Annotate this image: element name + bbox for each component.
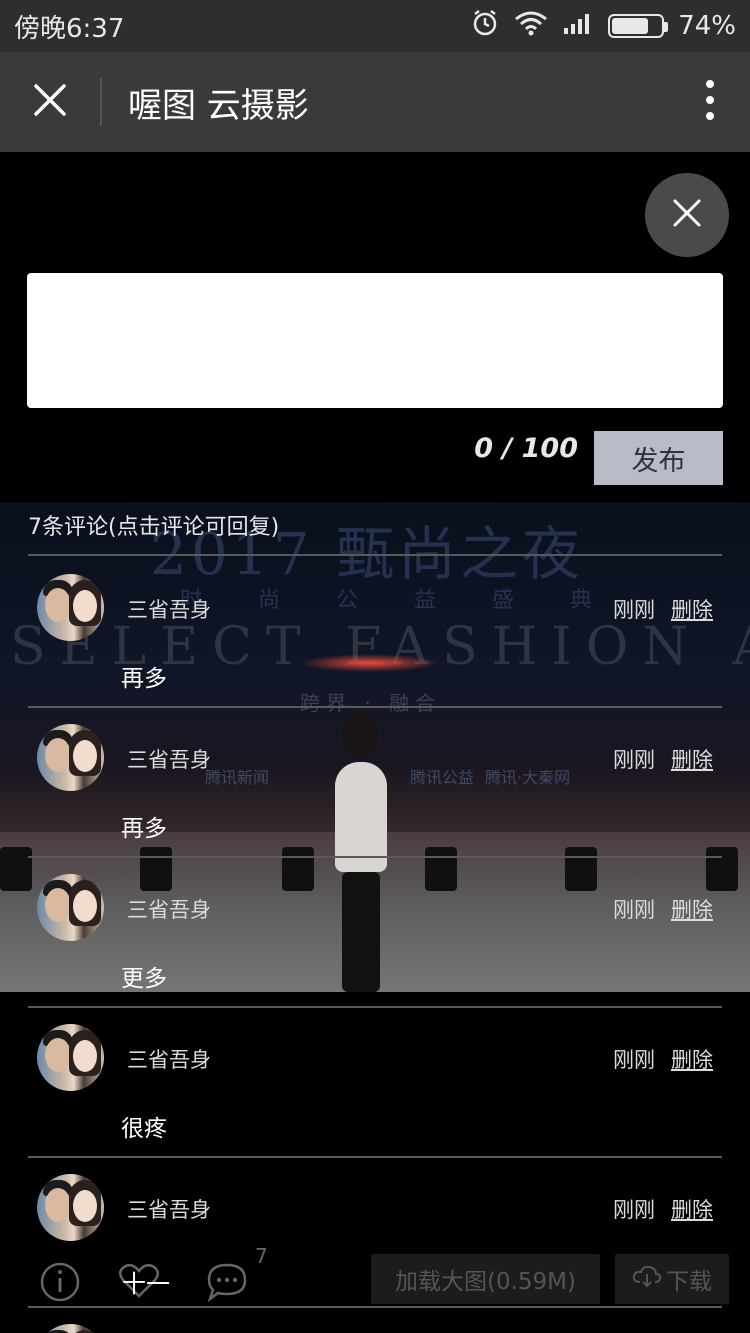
- nav-bar: 喔图 云摄影: [0, 52, 750, 152]
- more-vertical-icon: [705, 79, 715, 125]
- comment-time: 刚刚: [613, 748, 655, 772]
- status-time: 傍晚6:37: [14, 13, 125, 44]
- wifi-icon: [514, 10, 548, 43]
- comment-username: 三省吾身: [127, 598, 211, 622]
- download-label: 下载: [666, 1269, 712, 1295]
- more-button[interactable]: [670, 52, 750, 152]
- comment-text: 很疼: [121, 1116, 167, 1142]
- comment-text: 再多: [121, 666, 167, 692]
- comment-time: 刚刚: [613, 1048, 655, 1072]
- page-title: 喔图 云摄影: [128, 85, 309, 126]
- delete-comment-link[interactable]: 删除: [671, 894, 713, 924]
- avatar[interactable]: [37, 1024, 104, 1091]
- divider: [28, 1306, 722, 1308]
- comment-time: 刚刚: [613, 898, 655, 922]
- battery-percent: 74%: [678, 11, 736, 41]
- avatar[interactable]: [37, 1174, 104, 1241]
- close-icon: [672, 198, 702, 232]
- load-full-image-button[interactable]: 加载大图(0.59M): [371, 1254, 600, 1304]
- comment-item[interactable]: 三省吾身 刚刚 删除 很疼: [0, 1006, 750, 1156]
- comment-username: 三省吾身: [127, 898, 211, 922]
- like-count: 十一: [122, 1270, 170, 1298]
- download-button[interactable]: 下载: [615, 1254, 729, 1304]
- char-counter: 0 / 100: [474, 433, 578, 464]
- comment-button[interactable]: [205, 1262, 249, 1306]
- close-icon: [33, 83, 67, 121]
- comment-input[interactable]: [27, 273, 723, 408]
- delete-comment-link[interactable]: 删除: [671, 744, 713, 774]
- avatar[interactable]: [37, 1324, 104, 1333]
- status-icons: 74%: [470, 8, 736, 45]
- delete-comment-link[interactable]: 删除: [671, 594, 713, 624]
- comment-time: 刚刚: [613, 598, 655, 622]
- delete-comment-link[interactable]: 删除: [671, 1194, 713, 1224]
- nav-divider: [100, 78, 102, 126]
- close-comments-button[interactable]: [645, 173, 729, 257]
- publish-button[interactable]: 发布: [594, 431, 723, 485]
- comment-username: 三省吾身: [127, 1048, 211, 1072]
- comment-bubble-icon: [205, 1263, 249, 1306]
- comments-header: 7条评论(点击评论可回复): [28, 515, 280, 540]
- comment-text: 再多: [121, 816, 167, 842]
- battery-icon: [608, 14, 669, 38]
- avatar[interactable]: [37, 724, 104, 791]
- comment-username: 三省吾身: [127, 1198, 211, 1222]
- comment-text: 更多: [121, 966, 167, 992]
- info-icon: [40, 1262, 80, 1306]
- alarm-icon: [470, 8, 500, 45]
- comment-count-badge: 7: [255, 1244, 268, 1268]
- comment-time: 刚刚: [613, 1198, 655, 1222]
- info-button[interactable]: [40, 1262, 80, 1306]
- comment-item[interactable]: 三省吾身 刚刚 删除 再多: [0, 706, 750, 856]
- cloud-download-icon: [632, 1264, 662, 1294]
- signal-icon: [562, 10, 594, 43]
- comment-item[interactable]: 三省吾身 刚刚 删除 更多: [0, 856, 750, 1006]
- status-bar: 傍晚6:37 74%: [0, 0, 750, 52]
- close-button[interactable]: [0, 52, 100, 152]
- comment-username: 三省吾身: [127, 748, 211, 772]
- avatar[interactable]: [37, 574, 104, 641]
- delete-comment-link[interactable]: 删除: [671, 1044, 713, 1074]
- photo-viewer: 2017 甄尚之夜 时尚公益盛典 SELECT FASHION AWARDS 跨…: [0, 152, 750, 1333]
- comment-item[interactable]: 三省吾身 刚刚 删除 再多: [0, 556, 750, 706]
- avatar[interactable]: [37, 874, 104, 941]
